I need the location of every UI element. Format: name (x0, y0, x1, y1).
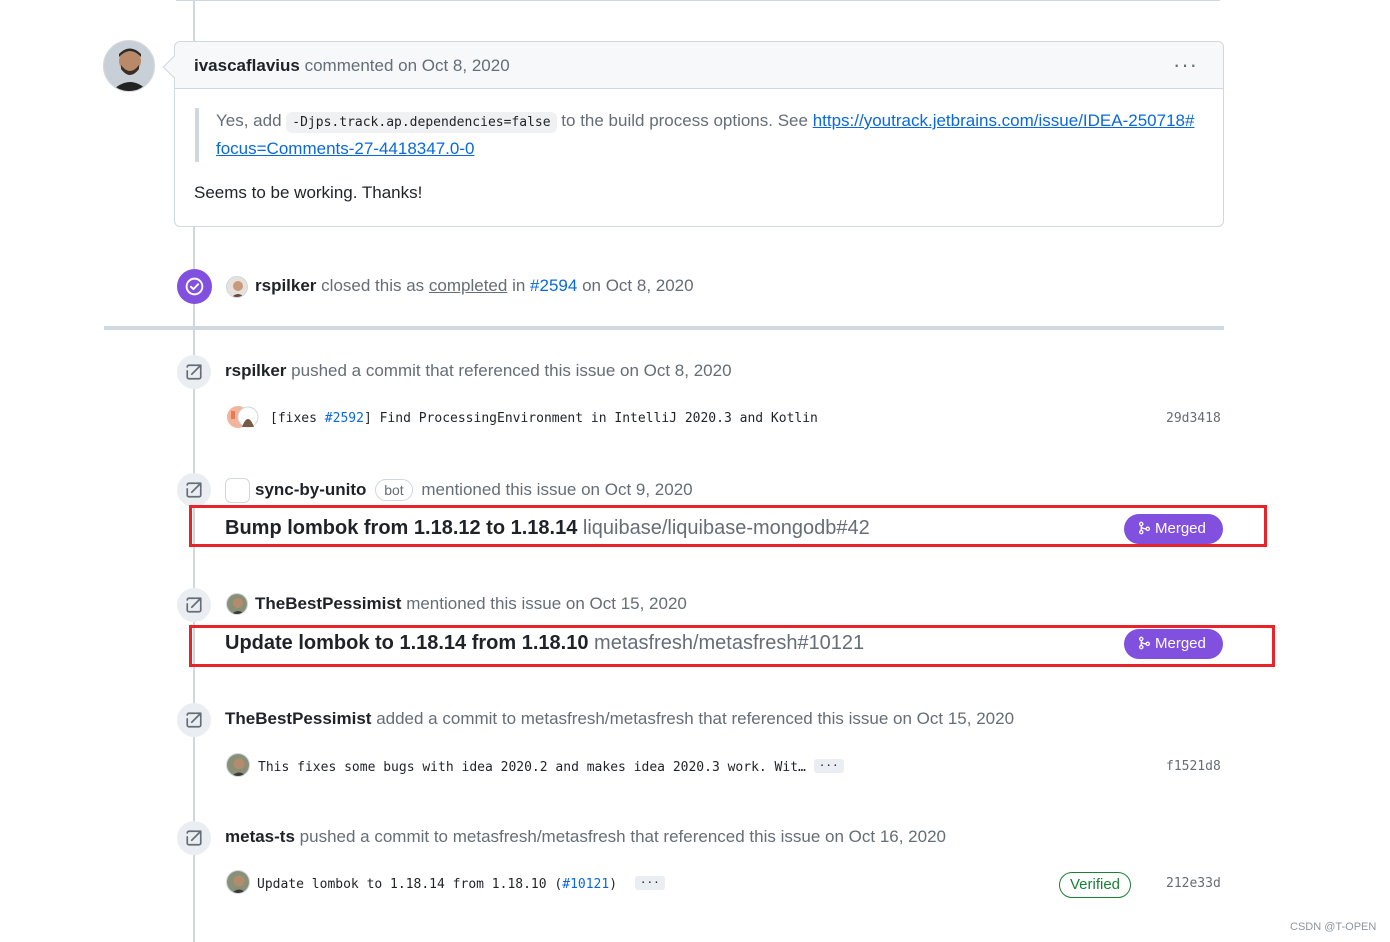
commit-sha-link[interactable]: f1521d8 (1166, 759, 1221, 774)
cross-reference-icon (177, 588, 211, 622)
event-description: mentioned this issue on Oct 15, 2020 (406, 594, 687, 613)
closed-state-icon (177, 269, 212, 304)
watermark: CSDN @T-OPEN (1290, 921, 1377, 933)
commit-sha-link[interactable]: 29d3418 (1166, 411, 1221, 426)
expand-commit-button[interactable]: ··· (813, 759, 844, 773)
closed-text-3: on Oct 8, 2020 (582, 276, 694, 295)
thebestpessimist-avatar[interactable] (226, 593, 248, 615)
pr-title[interactable]: Update lombok to 1.18.14 from 1.18.10 (225, 632, 588, 654)
closed-event-text: rspilker closed this as completed in #25… (255, 276, 694, 296)
commit-message[interactable]: This fixes some bugs with idea 2020.2 an… (258, 759, 844, 775)
bot-badge: bot (375, 479, 413, 501)
commit-msg-prefix: [fixes (270, 411, 325, 426)
event-user[interactable]: rspilker (225, 361, 286, 380)
verified-badge[interactable]: Verified (1059, 872, 1131, 898)
merged-label: Merged (1155, 520, 1206, 537)
event-description: pushed a commit to metasfresh/metasfresh… (299, 827, 946, 846)
event-text: TheBestPessimist mentioned this issue on… (255, 594, 687, 614)
commit-author-avatars[interactable] (226, 405, 260, 429)
rspilker-avatar[interactable] (226, 276, 248, 298)
event-description: added a commit to metasfresh/metasfresh … (376, 709, 1015, 728)
pr-repo-ref[interactable]: liquibase/liquibase-mongodb#42 (583, 517, 870, 539)
merged-badge: Merged (1124, 514, 1223, 544)
merge-icon (1138, 636, 1151, 650)
event-text: TheBestPessimist added a commit to metas… (225, 709, 1014, 729)
cross-reference-icon (177, 473, 211, 507)
event-user[interactable]: metas-ts (225, 827, 295, 846)
closed-text-2: in (512, 276, 526, 295)
closed-state-link[interactable]: completed (429, 276, 507, 295)
expand-commit-button[interactable]: ··· (634, 876, 665, 890)
cross-reference-icon (177, 821, 211, 855)
comment-header-text: ivascaflavius commented on Oct 8, 2020 (194, 56, 510, 76)
commit-msg-suffix: ) (609, 877, 618, 892)
comment-box: ivascaflavius commented on Oct 8, 2020 ·… (162, 41, 1224, 227)
comment-author-link[interactable]: ivascaflavius (194, 56, 300, 75)
event-text: metas-ts pushed a commit to metasfresh/m… (225, 827, 946, 847)
top-border (176, 0, 1220, 1)
cross-reference-icon (177, 355, 211, 389)
quote-prefix: Yes, add (216, 111, 282, 130)
closed-event-user[interactable]: rspilker (255, 276, 316, 295)
commit-message[interactable]: Update lombok to 1.18.14 from 1.18.10 (#… (257, 876, 665, 892)
event-text: sync-by-unito bot mentioned this issue o… (255, 479, 693, 501)
referenced-pr-link[interactable]: Bump lombok from 1.18.12 to 1.18.14 liqu… (225, 517, 870, 540)
commit-author-avatar[interactable] (226, 870, 250, 894)
commit-issue-ref[interactable]: #2592 (325, 411, 364, 426)
closed-text-1: closed this as (321, 276, 425, 295)
event-user[interactable]: sync-by-unito (255, 480, 366, 499)
commit-author-avatar[interactable] (226, 753, 250, 777)
timeline-divider (104, 326, 1224, 330)
commit-sha-link[interactable]: 212e33d (1166, 876, 1221, 891)
event-text: rspilker pushed a commit that referenced… (225, 361, 732, 381)
merged-badge: Merged (1124, 629, 1223, 659)
referenced-pr-link[interactable]: Update lombok to 1.18.14 from 1.18.10 me… (225, 632, 864, 655)
commit-msg-prefix: Update lombok to 1.18.14 from 1.18.10 ( (257, 877, 563, 892)
pr-repo-ref[interactable]: metasfresh/metasfresh#10121 (594, 632, 864, 654)
comment-reply: Seems to be working. Thanks! (194, 183, 423, 202)
commit-msg-suffix: ] Find ProcessingEnvironment in IntelliJ… (363, 411, 818, 426)
commenter-avatar[interactable] (103, 40, 155, 92)
comment-header: ivascaflavius commented on Oct 8, 2020 ·… (162, 42, 1223, 89)
quote-code: -Djps.track.ap.dependencies=false (286, 112, 557, 133)
comment-menu-icon[interactable]: ··· (1173, 52, 1198, 78)
comment-quote: Yes, add -Djps.track.ap.dependencies=fal… (195, 108, 1195, 162)
pr-title[interactable]: Bump lombok from 1.18.12 to 1.18.14 (225, 517, 577, 539)
timeline-line-top (193, 0, 195, 41)
comment-action: commented on Oct 8, 2020 (304, 56, 510, 75)
event-description: pushed a commit that referenced this iss… (291, 361, 732, 380)
commit-message[interactable]: [fixes #2592] Find ProcessingEnvironment… (270, 411, 818, 426)
closed-ref-link[interactable]: #2594 (530, 276, 577, 295)
commit-issue-ref[interactable]: #10121 (562, 877, 609, 892)
merge-icon (1138, 521, 1151, 535)
bot-avatar[interactable] (225, 478, 250, 503)
event-user[interactable]: TheBestPessimist (225, 709, 371, 728)
event-description: mentioned this issue on Oct 9, 2020 (421, 480, 693, 499)
cross-reference-icon (177, 703, 211, 737)
merged-label: Merged (1155, 635, 1206, 652)
commit-msg-text: This fixes some bugs with idea 2020.2 an… (258, 760, 806, 775)
comment-caret (162, 55, 186, 79)
event-user[interactable]: TheBestPessimist (255, 594, 401, 613)
quote-mid: to the build process options. See (561, 111, 808, 130)
